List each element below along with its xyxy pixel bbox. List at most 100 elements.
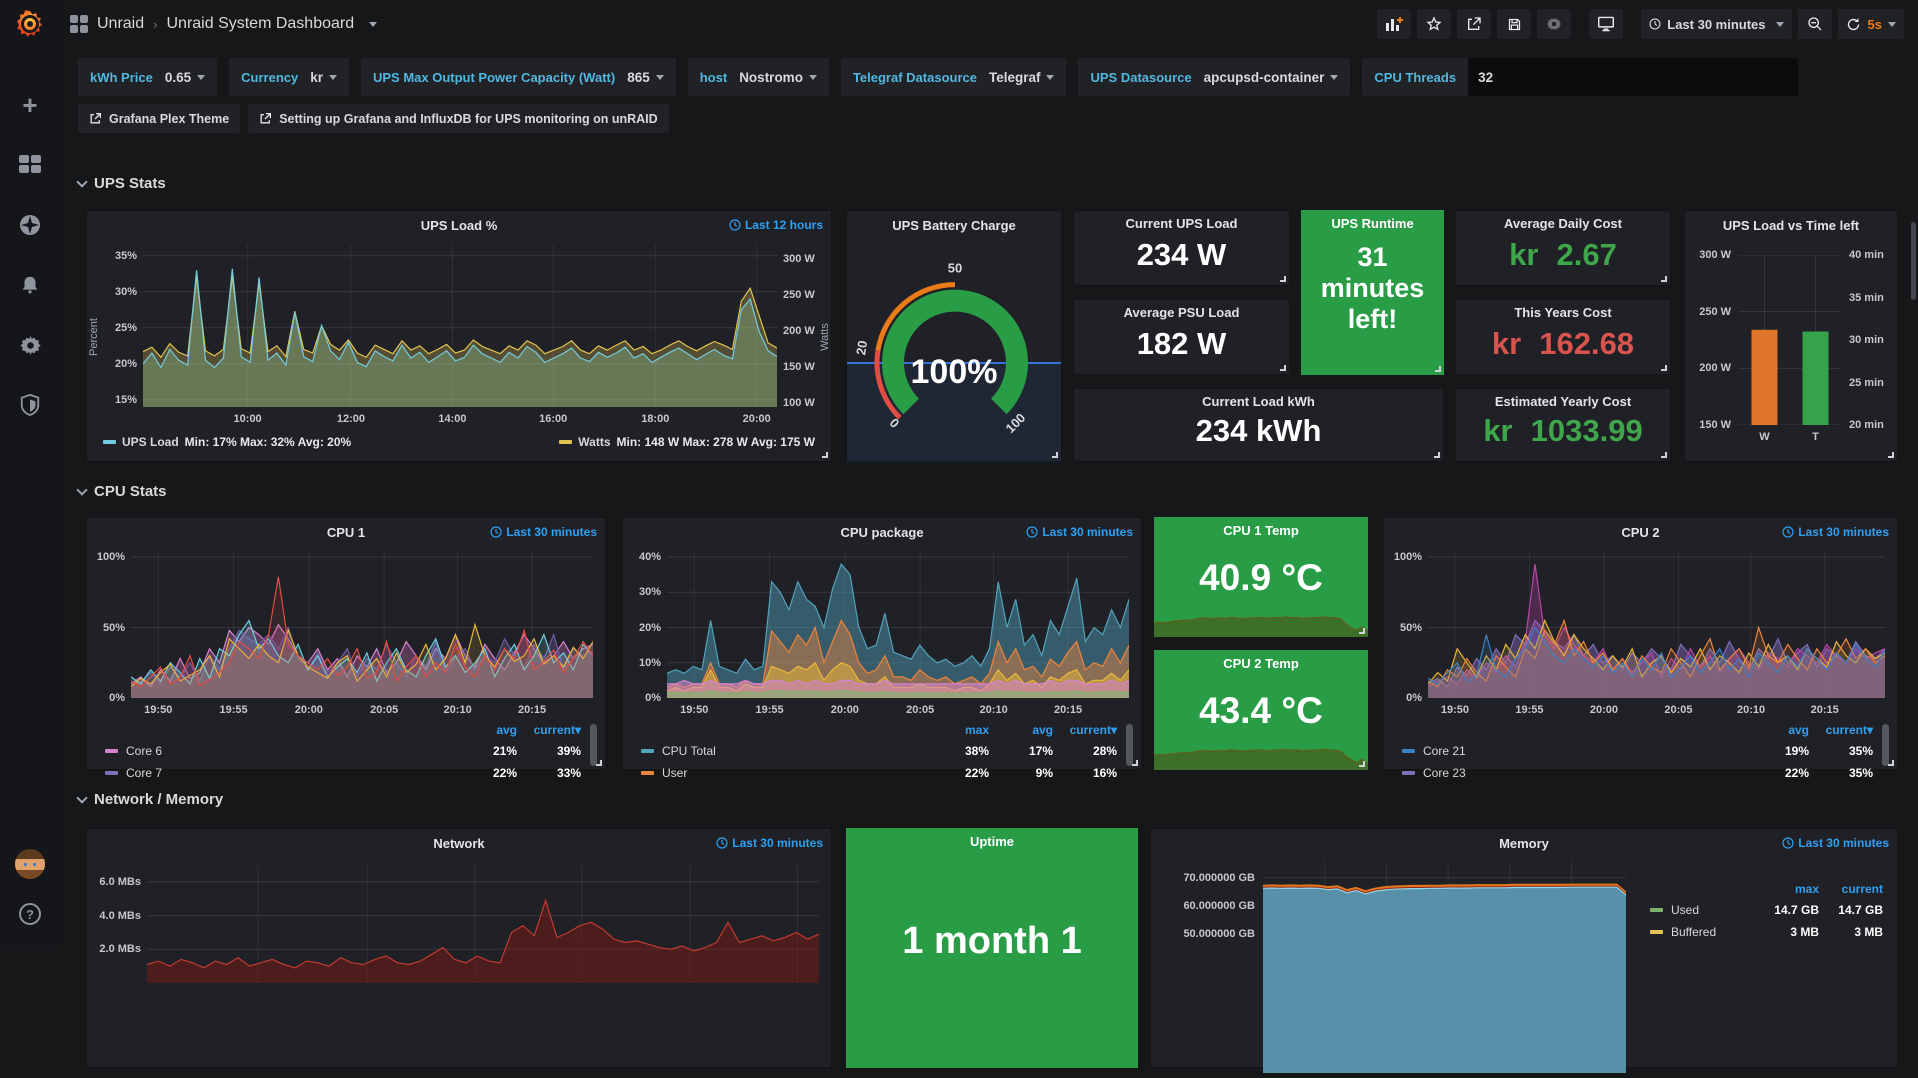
- panel-title[interactable]: Estimated Yearly Cost: [1495, 394, 1631, 409]
- cpu-package-chart[interactable]: [667, 550, 1129, 698]
- refresh-interval-caret-icon[interactable]: [1888, 22, 1896, 27]
- panel-resize-handle[interactable]: [596, 760, 602, 766]
- series-color-icon[interactable]: [559, 440, 572, 444]
- panel-resize-handle[interactable]: [1359, 761, 1365, 767]
- legend-series-name[interactable]: Core 23: [1423, 766, 1745, 780]
- breadcrumb-dashboard-title[interactable]: Unraid System Dashboard: [166, 15, 354, 33]
- share-dashboard-button[interactable]: [1457, 9, 1491, 39]
- save-dashboard-button[interactable]: [1497, 9, 1531, 39]
- panel-title[interactable]: Average Daily Cost: [1504, 216, 1622, 231]
- section-header-cpu-stats[interactable]: CPU Stats: [78, 483, 167, 500]
- panel-title[interactable]: UPS Load %: [421, 218, 498, 233]
- variable-value-dropdown[interactable]: kr: [310, 70, 337, 85]
- dashboard-link[interactable]: Setting up Grafana and InfluxDB for UPS …: [248, 104, 668, 133]
- dashboard-settings-button[interactable]: [1537, 9, 1571, 39]
- panel-title[interactable]: UPS Load vs Time left: [1723, 218, 1859, 233]
- cpu2-chart[interactable]: [1428, 550, 1885, 698]
- add-icon[interactable]: +: [0, 84, 60, 126]
- panel-title[interactable]: UPS Runtime: [1331, 216, 1413, 231]
- panel-time-range[interactable]: Last 12 hours: [729, 218, 823, 232]
- legend-column-header[interactable]: max: [925, 723, 989, 737]
- panel-resize-handle[interactable]: [1434, 452, 1440, 458]
- panel-title[interactable]: CPU 1: [327, 525, 365, 540]
- legend-series-name[interactable]: Buffered: [1671, 925, 1755, 939]
- admin-shield-icon[interactable]: [0, 384, 60, 426]
- panel-title[interactable]: This Years Cost: [1514, 305, 1611, 320]
- legend-column-header[interactable]: max: [1755, 882, 1819, 896]
- section-header-ups-stats[interactable]: UPS Stats: [78, 175, 166, 192]
- panel-resize-handle[interactable]: [1661, 365, 1667, 371]
- dashboard-link[interactable]: Grafana Plex Theme: [78, 104, 240, 133]
- battery-gauge[interactable]: 02050100: [847, 245, 1063, 455]
- variable-value-dropdown[interactable]: Nostromo: [739, 70, 817, 85]
- memory-chart[interactable]: [1263, 861, 1626, 1073]
- series-color-icon[interactable]: [641, 749, 654, 753]
- panel-resize-handle[interactable]: [1280, 365, 1286, 371]
- panel-resize-handle[interactable]: [1280, 276, 1286, 282]
- panel-resize-handle[interactable]: [1888, 452, 1894, 458]
- legend-series-name[interactable]: Core 6: [126, 744, 453, 758]
- legend-column-header[interactable]: current: [1819, 882, 1883, 896]
- legend-column-header[interactable]: avg: [1745, 723, 1809, 737]
- panel-resize-handle[interactable]: [1359, 628, 1365, 634]
- add-panel-button[interactable]: [1377, 9, 1411, 39]
- series-color-icon[interactable]: [1650, 930, 1663, 934]
- star-dashboard-button[interactable]: [1417, 9, 1451, 39]
- zoom-out-time-button[interactable]: [1798, 9, 1832, 39]
- variable-value-dropdown[interactable]: 0.65: [165, 70, 205, 85]
- legend-series-name[interactable]: Core 7: [126, 766, 453, 780]
- dashboards-icon[interactable]: [0, 144, 60, 186]
- panel-title[interactable]: Uptime: [970, 834, 1014, 849]
- explore-compass-icon[interactable]: [0, 204, 60, 246]
- dashboard-switcher-caret-icon[interactable]: [369, 22, 377, 27]
- panel-title[interactable]: Average PSU Load: [1124, 305, 1240, 320]
- panel-resize-handle[interactable]: [1132, 760, 1138, 766]
- legend-series-name[interactable]: User: [662, 766, 925, 780]
- legend-column-header[interactable]: avg: [989, 723, 1053, 737]
- legend-column-header[interactable]: avg: [453, 723, 517, 737]
- panel-title[interactable]: Memory: [1499, 836, 1549, 851]
- legend-series-name[interactable]: Watts: [578, 435, 610, 449]
- legend-column-header[interactable]: current▾: [1809, 723, 1873, 737]
- panel-time-range[interactable]: Last 30 minutes: [490, 525, 597, 539]
- panel-resize-handle[interactable]: [822, 452, 828, 458]
- panel-title[interactable]: CPU 2: [1621, 525, 1659, 540]
- series-color-icon[interactable]: [641, 771, 654, 775]
- ups-load-chart[interactable]: [143, 245, 777, 407]
- panel-title[interactable]: Current UPS Load: [1126, 216, 1238, 231]
- variable-value-dropdown[interactable]: 865: [627, 70, 664, 85]
- panel-resize-handle[interactable]: [1888, 760, 1894, 766]
- panel-title[interactable]: UPS Battery Charge: [892, 218, 1016, 233]
- cpu1-chart[interactable]: [131, 550, 593, 698]
- legend-series-name[interactable]: Core 21: [1423, 744, 1745, 758]
- help-icon[interactable]: ?: [0, 893, 60, 935]
- panel-resize-handle[interactable]: [1661, 276, 1667, 282]
- series-color-icon[interactable]: [103, 440, 116, 444]
- cycle-view-mode-button[interactable]: [1589, 9, 1623, 39]
- series-color-icon[interactable]: [1402, 771, 1415, 775]
- variable-value-dropdown[interactable]: Telegraf: [989, 70, 1055, 85]
- breadcrumb-folder[interactable]: Unraid: [97, 15, 144, 33]
- panel-time-range[interactable]: Last 30 minutes: [1026, 525, 1133, 539]
- dashboard-grid-icon[interactable]: [70, 15, 88, 33]
- time-range-picker[interactable]: Last 30 minutes: [1641, 9, 1791, 39]
- panel-resize-handle[interactable]: [1435, 366, 1441, 372]
- legend-series-name[interactable]: UPS Load: [122, 435, 179, 449]
- panel-time-range[interactable]: Last 30 minutes: [1782, 836, 1889, 850]
- panel-title[interactable]: CPU 1 Temp: [1223, 523, 1299, 538]
- network-chart[interactable]: [147, 865, 819, 983]
- panel-title[interactable]: CPU 2 Temp: [1223, 656, 1299, 671]
- series-color-icon[interactable]: [1402, 749, 1415, 753]
- page-scrollbar-thumb[interactable]: [1911, 222, 1916, 300]
- alerting-bell-icon[interactable]: [0, 264, 60, 306]
- panel-resize-handle[interactable]: [1052, 452, 1058, 458]
- user-avatar[interactable]: [0, 843, 60, 885]
- series-color-icon[interactable]: [105, 771, 118, 775]
- legend-series-name[interactable]: CPU Total: [662, 744, 925, 758]
- panel-time-range[interactable]: Last 30 minutes: [1782, 525, 1889, 539]
- ups-load-vs-time-chart[interactable]: [1739, 255, 1841, 425]
- section-header-network-memory[interactable]: Network / Memory: [78, 791, 223, 808]
- panel-title[interactable]: Network: [433, 836, 484, 851]
- series-color-icon[interactable]: [1650, 908, 1663, 912]
- variable-value-input[interactable]: 32: [1468, 58, 1798, 96]
